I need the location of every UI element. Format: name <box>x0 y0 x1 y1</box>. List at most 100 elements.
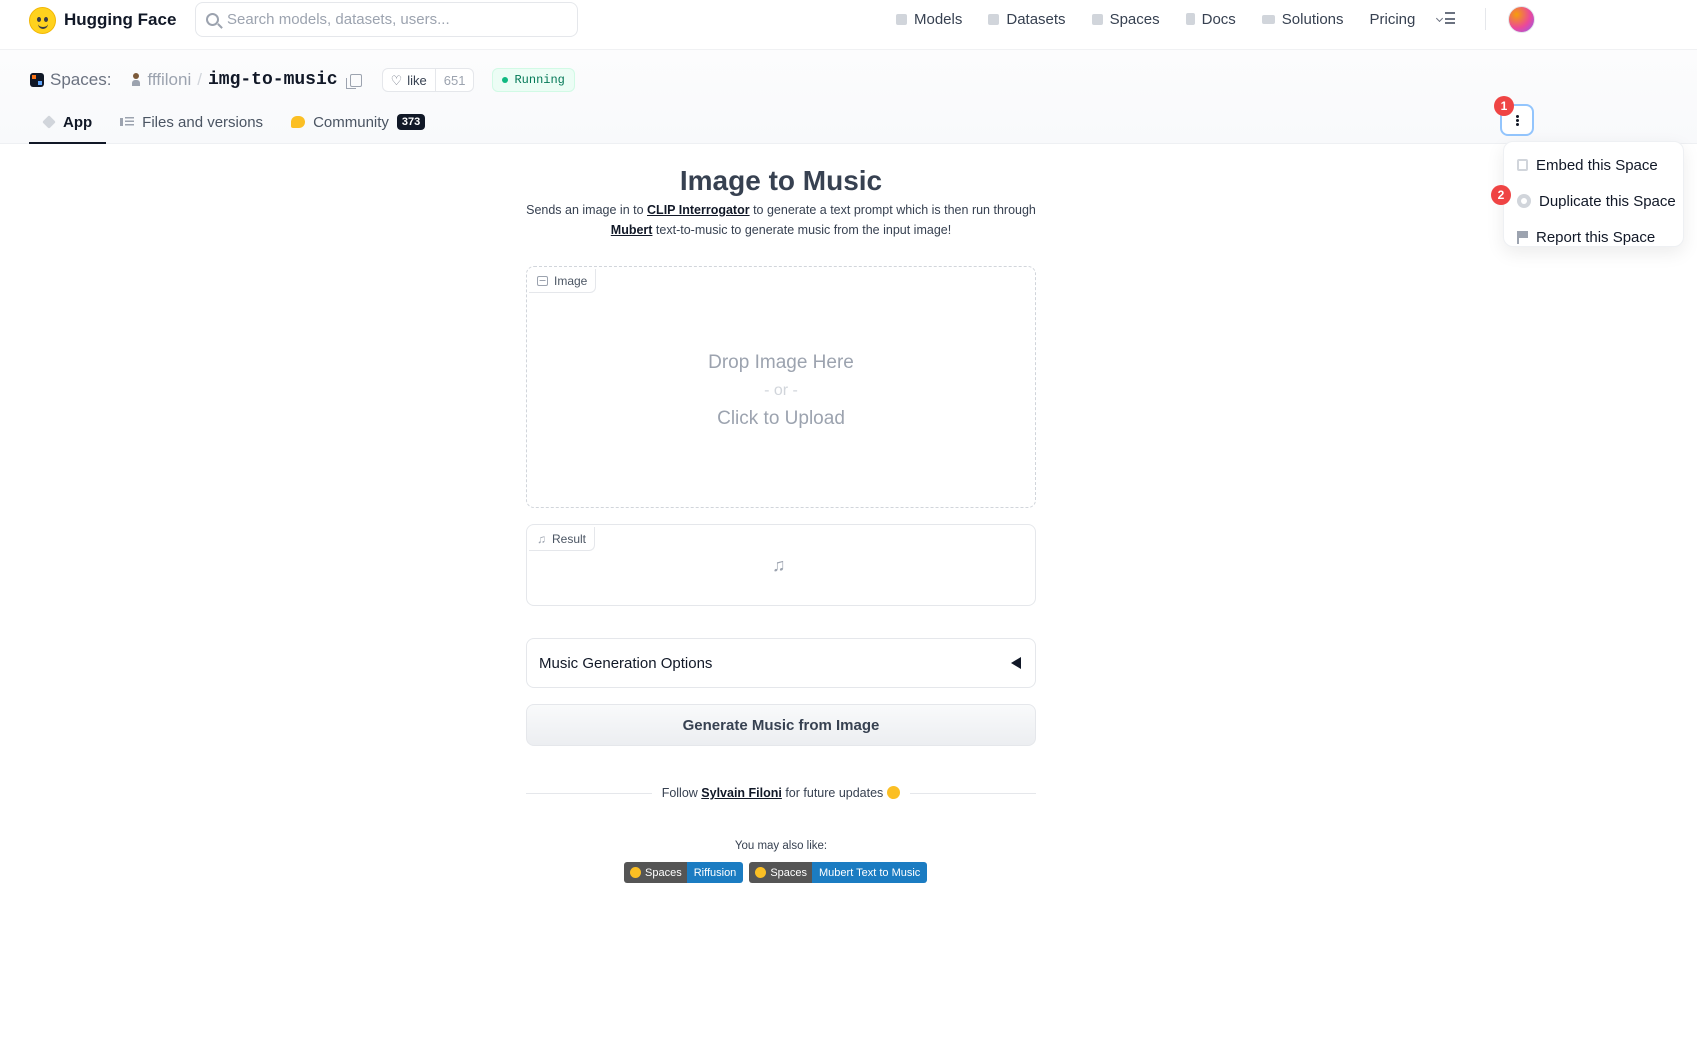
music-note-icon: ♫ <box>772 555 786 575</box>
nav-pricing-label: Pricing <box>1369 10 1416 28</box>
result-block-label: ♫ Result <box>529 527 596 551</box>
follow-row: Follow Sylvain Filoni for future updates <box>526 783 1036 803</box>
like-count: 651 <box>443 72 466 88</box>
mubert-link[interactable]: Mubert <box>611 223 653 237</box>
breadcrumb-owner[interactable]: fffiloni <box>147 70 191 90</box>
duplicate-space-item[interactable]: Duplicate this Space <box>1504 183 1683 219</box>
music-options-accordion[interactable]: Music Generation Options <box>526 638 1036 688</box>
copy-icon[interactable] <box>345 73 362 89</box>
search-icon <box>206 13 219 26</box>
nav-datasets-label: Datasets <box>1006 10 1066 28</box>
nav-models[interactable]: Models <box>896 11 962 28</box>
clip-interrogator-link[interactable]: CLIP Interrogator <box>647 203 750 217</box>
hugging-face-logo-icon <box>29 6 56 34</box>
space-tabs: App Files and versions Community 373 <box>29 102 439 144</box>
solutions-icon <box>1261 14 1275 24</box>
result-label-text: Result <box>552 531 587 546</box>
badge-right-label: Mubert Text to Music <box>812 862 928 883</box>
main-nav: Models Datasets Spaces Docs Solutions Pr… <box>896 5 1536 33</box>
hugging-emoji-icon <box>630 867 641 878</box>
nav-docs[interactable]: Docs <box>1185 10 1236 28</box>
drop-line-1: Drop Image Here <box>708 352 854 373</box>
spaces-icon <box>1091 13 1103 25</box>
tab-files-and-versions[interactable]: Files and versions <box>106 102 277 144</box>
follow-post: for future updates <box>781 786 884 800</box>
desc-text-2: to generate a text prompt which is then … <box>749 203 1036 217</box>
also-like-heading: You may also like: <box>734 840 828 852</box>
embed-space-label: Embed this Space <box>1536 156 1658 174</box>
riffusion-badge[interactable]: Spaces Riffusion <box>624 862 744 883</box>
drop-line-2: - or - <box>764 382 798 399</box>
docs-icon <box>1185 13 1195 25</box>
desc-text-3: text-to-music to generate music from the… <box>652 223 952 237</box>
datasets-icon <box>988 13 1000 25</box>
community-icon <box>291 116 306 128</box>
related-spaces-badges: Spaces Riffusion Spaces Mubert Text to M… <box>624 862 928 883</box>
nav-datasets[interactable]: Datasets <box>988 10 1066 28</box>
tab-app[interactable]: App <box>29 102 107 144</box>
breadcrumb-repo[interactable]: img-to-music <box>208 70 338 90</box>
breadcrumb: Spaces: fffiloni / img-to-music ♡ like 65… <box>30 68 575 92</box>
nav-solutions-label: Solutions <box>1281 10 1344 28</box>
image-upload-dropzone[interactable]: Image Drop Image Here - or - Click to Up… <box>526 266 1036 508</box>
app-description: Sends an image in to CLIP Interrogator t… <box>526 200 1036 240</box>
report-space-label: Report this Space <box>1536 228 1656 246</box>
result-audio-block: ♫ Result ♫ <box>526 524 1036 606</box>
nav-spaces[interactable]: Spaces <box>1091 10 1160 28</box>
status-text: Running <box>514 73 565 87</box>
models-icon <box>896 13 907 25</box>
kebab-dots-icon <box>1515 118 1519 122</box>
breadcrumb-separator: / <box>197 70 202 89</box>
brand-link[interactable]: Hugging Face <box>29 6 176 34</box>
image-label-text: Image <box>554 273 588 288</box>
desc-text-1: Sends an image in to <box>526 203 648 217</box>
app-title: Image to Music <box>679 165 883 196</box>
hugging-emoji-icon <box>887 786 901 799</box>
tab-community[interactable]: Community 373 <box>277 102 439 144</box>
user-avatar[interactable] <box>1508 5 1536 33</box>
files-icon <box>120 116 135 128</box>
app-cube-icon <box>42 115 56 129</box>
search-input[interactable] <box>227 11 557 28</box>
spaces-logo-icon <box>30 73 44 87</box>
like-label: like <box>407 72 427 88</box>
duplicate-icon <box>1517 194 1531 208</box>
badge-left-label: Spaces <box>645 866 682 879</box>
nav-spaces-label: Spaces <box>1109 10 1160 28</box>
space-options-dropdown: Embed this Space Duplicate this Space Re… <box>1503 141 1684 247</box>
owner-avatar-icon <box>131 73 141 87</box>
drop-line-3: Click to Upload <box>717 408 845 429</box>
collapse-caret-icon <box>1011 657 1021 669</box>
space-header: Spaces: fffiloni / img-to-music ♡ like 65… <box>0 50 1697 144</box>
embed-space-item[interactable]: Embed this Space <box>1504 147 1683 183</box>
community-count-badge: 373 <box>396 114 426 130</box>
nav-models-label: Models <box>914 10 963 28</box>
status-dot-icon <box>502 77 509 83</box>
nav-pricing[interactable]: Pricing <box>1370 11 1416 28</box>
music-note-small-icon: ♫ <box>537 531 546 546</box>
drop-instructions: Drop Image Here - or - Click to Upload <box>527 349 1035 433</box>
tab-app-label: App <box>63 113 93 131</box>
image-icon <box>537 275 548 286</box>
flag-icon <box>1517 231 1528 244</box>
follow-text: Follow Sylvain Filoni for future updates <box>652 786 911 800</box>
nav-solutions[interactable]: Solutions <box>1261 10 1344 28</box>
search-box[interactable] <box>195 2 578 37</box>
badge-left-label: Spaces <box>770 866 808 879</box>
mubert-badge[interactable]: Spaces Mubert Text to Music <box>749 862 928 883</box>
brand-name: Hugging Face <box>64 10 177 29</box>
generate-music-button[interactable]: Generate Music from Image <box>526 704 1036 746</box>
nav-docs-label: Docs <box>1201 10 1236 28</box>
duplicate-space-label: Duplicate this Space <box>1539 192 1676 210</box>
hugging-emoji-icon <box>755 867 767 878</box>
status-badge: Running <box>492 68 575 92</box>
breadcrumb-spaces[interactable]: Spaces: <box>50 70 111 90</box>
like-button[interactable]: ♡ like 651 <box>381 68 475 92</box>
step-marker-1: 1 <box>1494 96 1514 116</box>
heart-icon: ♡ <box>390 72 403 88</box>
divider-right <box>910 792 1036 794</box>
report-space-item[interactable]: Report this Space <box>1504 219 1683 255</box>
tab-community-label: Community <box>313 113 389 131</box>
more-menu-icon[interactable] <box>1436 12 1456 26</box>
sylvain-filoni-link[interactable]: Sylvain Filoni <box>701 786 782 800</box>
